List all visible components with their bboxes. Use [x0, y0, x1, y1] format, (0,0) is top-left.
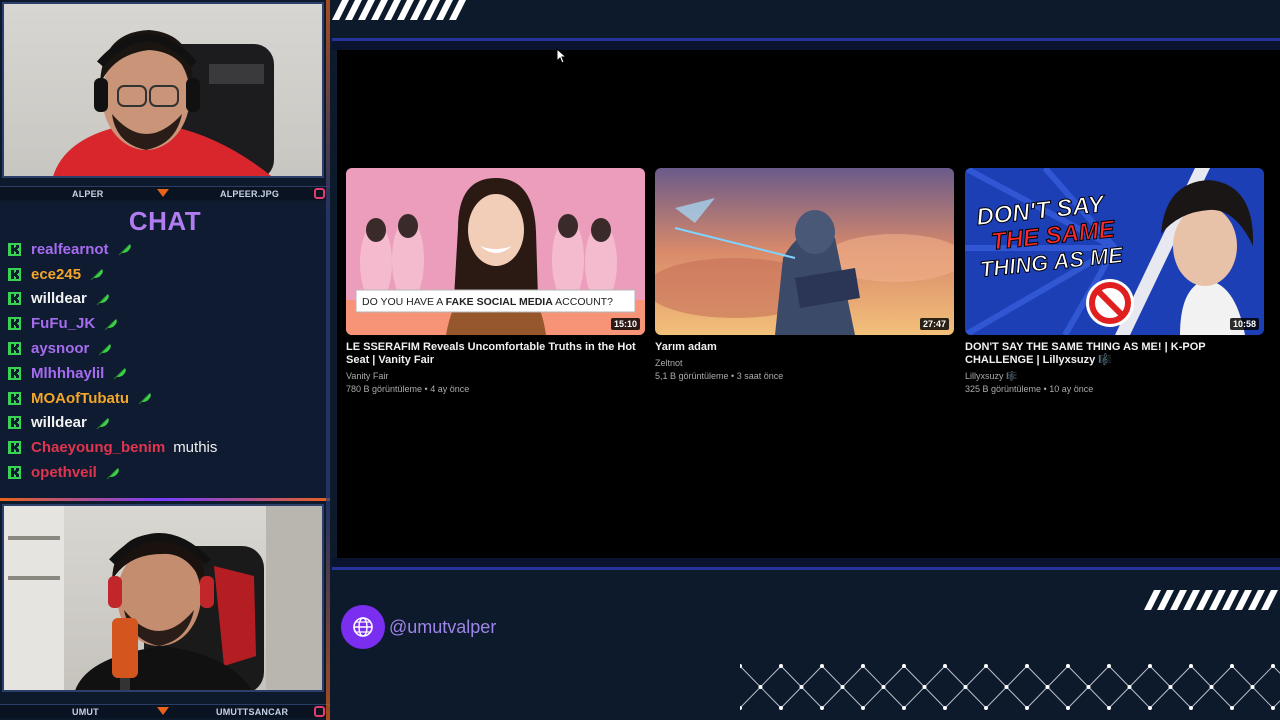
chat-message: realfearnot [8, 237, 217, 262]
video-channel[interactable]: Zeltnot [655, 357, 954, 370]
chat-username[interactable]: opethveil [31, 464, 97, 481]
decorative-diamond-pattern [740, 664, 1280, 710]
video-duration: 27:47 [919, 318, 949, 330]
mouse-cursor-icon [556, 48, 568, 64]
webcam-top-name-left: ALPER [72, 188, 104, 199]
chat-title: CHAT [128, 206, 202, 236]
instagram-icon [314, 188, 325, 199]
kick-badge-icon [8, 466, 21, 480]
feather-emote-icon [90, 269, 103, 281]
video-thumbnail[interactable]: DON'T SAY THE SAME THING AS ME 10:58 [965, 168, 1264, 335]
instagram-icon [314, 706, 325, 717]
video-duration: 15:10 [610, 318, 640, 330]
decorative-stripes-bottom-right [1144, 590, 1278, 610]
chat-username[interactable]: aysnoor [31, 340, 89, 357]
chat-username[interactable]: Mlhhhaylil [31, 365, 104, 382]
chat-message-text: muthis [173, 439, 218, 457]
video-meta: 780 B görüntüleme • 4 ay önce [346, 384, 470, 394]
feather-emote-icon [106, 467, 119, 479]
chat-username[interactable]: willdear [31, 290, 87, 307]
kick-badge-icon [8, 416, 21, 430]
feather-emote-icon [118, 244, 131, 256]
feather-emote-icon [104, 318, 117, 331]
chat-message: ece245 [8, 262, 217, 287]
screen-frame-bottom [332, 558, 1280, 570]
video-title[interactable]: Yarım adam [655, 341, 954, 354]
globe-icon [341, 605, 385, 649]
video-channel[interactable]: Vanity Fair [346, 370, 645, 383]
thumbnail-yarim-adam-image [655, 168, 954, 335]
webcam-bottom-name-right: UMUTTSANCAR [216, 706, 289, 717]
chat-username[interactable]: Chaeyoung_benim [31, 439, 165, 456]
kick-badge-icon [8, 441, 21, 455]
stream-overlay: ALPER ALPEER.JPG CHAT realfearnot ece245 w… [0, 0, 1280, 720]
video-card[interactable]: 27:47 Yarım adam Zeltnot 5,1 B görüntüle… [655, 168, 954, 383]
feather-emote-icon [99, 343, 112, 355]
chat-message: willdear [8, 411, 217, 436]
video-title[interactable]: LE SSERAFIM Reveals Uncomfortable Truths… [346, 341, 645, 367]
chat-username[interactable]: FuFu_JK [31, 315, 95, 332]
video-channel[interactable]: Lillyxsuzy 🎼 [965, 370, 1264, 383]
kick-badge-icon [8, 242, 21, 256]
webcam-bottom [2, 504, 324, 692]
webcam-top-name-right: ALPEER.JPG [220, 188, 280, 199]
video-meta: 5,1 B görüntüleme • 3 saat önce [655, 371, 784, 381]
kick-badge-icon [8, 292, 21, 306]
webcam-top-namebar: ALPER ALPEER.JPG [0, 186, 330, 200]
feather-emote-icon [96, 293, 109, 306]
video-card[interactable]: DO YOU HAVE A FAKE SOCIAL MEDIA ACCOUNT?… [346, 168, 645, 396]
kick-badge-icon [8, 366, 21, 380]
decorative-stripes-top [332, 0, 466, 20]
chat-username[interactable]: MOAofTubatu [31, 390, 129, 407]
namebar-arrow-icon [157, 189, 169, 197]
chat-message: Chaeyoung_benim muthis [8, 435, 217, 460]
chat-message: FuFu_JK [8, 311, 217, 336]
chat-message-list: realfearnot ece245 willdear FuFu_JKaysnoor M… [8, 237, 217, 485]
video-thumbnail[interactable]: DO YOU HAVE A FAKE SOCIAL MEDIA ACCOUNT?… [346, 168, 645, 335]
kick-badge-icon [8, 267, 21, 281]
social-handle-text: @umutvalper [389, 616, 497, 637]
chat-username[interactable]: willdear [31, 414, 87, 431]
thumbnail-lesserafim-image: DO YOU HAVE A FAKE SOCIAL MEDIA ACCOUNT? [346, 168, 645, 335]
left-column-separator [326, 0, 330, 720]
chat-divider-glow [0, 498, 330, 501]
feather-emote-icon [96, 417, 109, 430]
chat-panel: CHAT realfearnot ece245 willdear FuFu_JKays… [0, 202, 330, 498]
chat-message: Mlhhhaylil [8, 361, 217, 386]
namebar-arrow-icon [157, 707, 169, 715]
chat-message: willdear [8, 287, 217, 312]
webcam-top [2, 2, 324, 178]
thumb-title-text: DON'T SAY THE SAME THING AS ME [975, 190, 1126, 282]
video-duration: 10:58 [1229, 318, 1259, 330]
chat-username[interactable]: ece245 [31, 266, 81, 283]
video-card[interactable]: DON'T SAY THE SAME THING AS ME 10:58 DON… [965, 168, 1264, 396]
video-meta: 325 B görüntüleme • 10 ay önce [965, 384, 1094, 394]
webcam-bottom-name-left: UMUT [72, 706, 99, 717]
chat-message: aysnoor [8, 336, 217, 361]
webcam-bottom-namebar: UMUT UMUTTSANCAR [0, 704, 330, 718]
streamer-alper-video [53, 30, 274, 176]
thumbnail-kpop-challenge-image: DON'T SAY THE SAME THING AS ME [965, 168, 1264, 335]
chat-message: opethveil [8, 460, 217, 485]
thumb-caption-text: DO YOU HAVE A FAKE SOCIAL MEDIA ACCOUNT? [362, 296, 613, 308]
screen-frame-top [332, 38, 1280, 50]
social-handle: @umutvalper [341, 605, 496, 649]
streamer-umut-video [4, 506, 322, 690]
screen-share-youtube: DO YOU HAVE A FAKE SOCIAL MEDIA ACCOUNT?… [337, 50, 1280, 558]
feather-emote-icon [138, 393, 151, 405]
chat-message: MOAofTubatu [8, 386, 217, 411]
kick-badge-icon [8, 391, 21, 405]
video-thumbnail[interactable]: 27:47 [655, 168, 954, 335]
kick-badge-icon [8, 317, 21, 331]
feather-emote-icon [113, 368, 127, 380]
chat-username[interactable]: realfearnot [31, 241, 109, 258]
video-title[interactable]: DON'T SAY THE SAME THING AS ME! | K-POP … [965, 341, 1264, 367]
kick-badge-icon [8, 342, 21, 356]
